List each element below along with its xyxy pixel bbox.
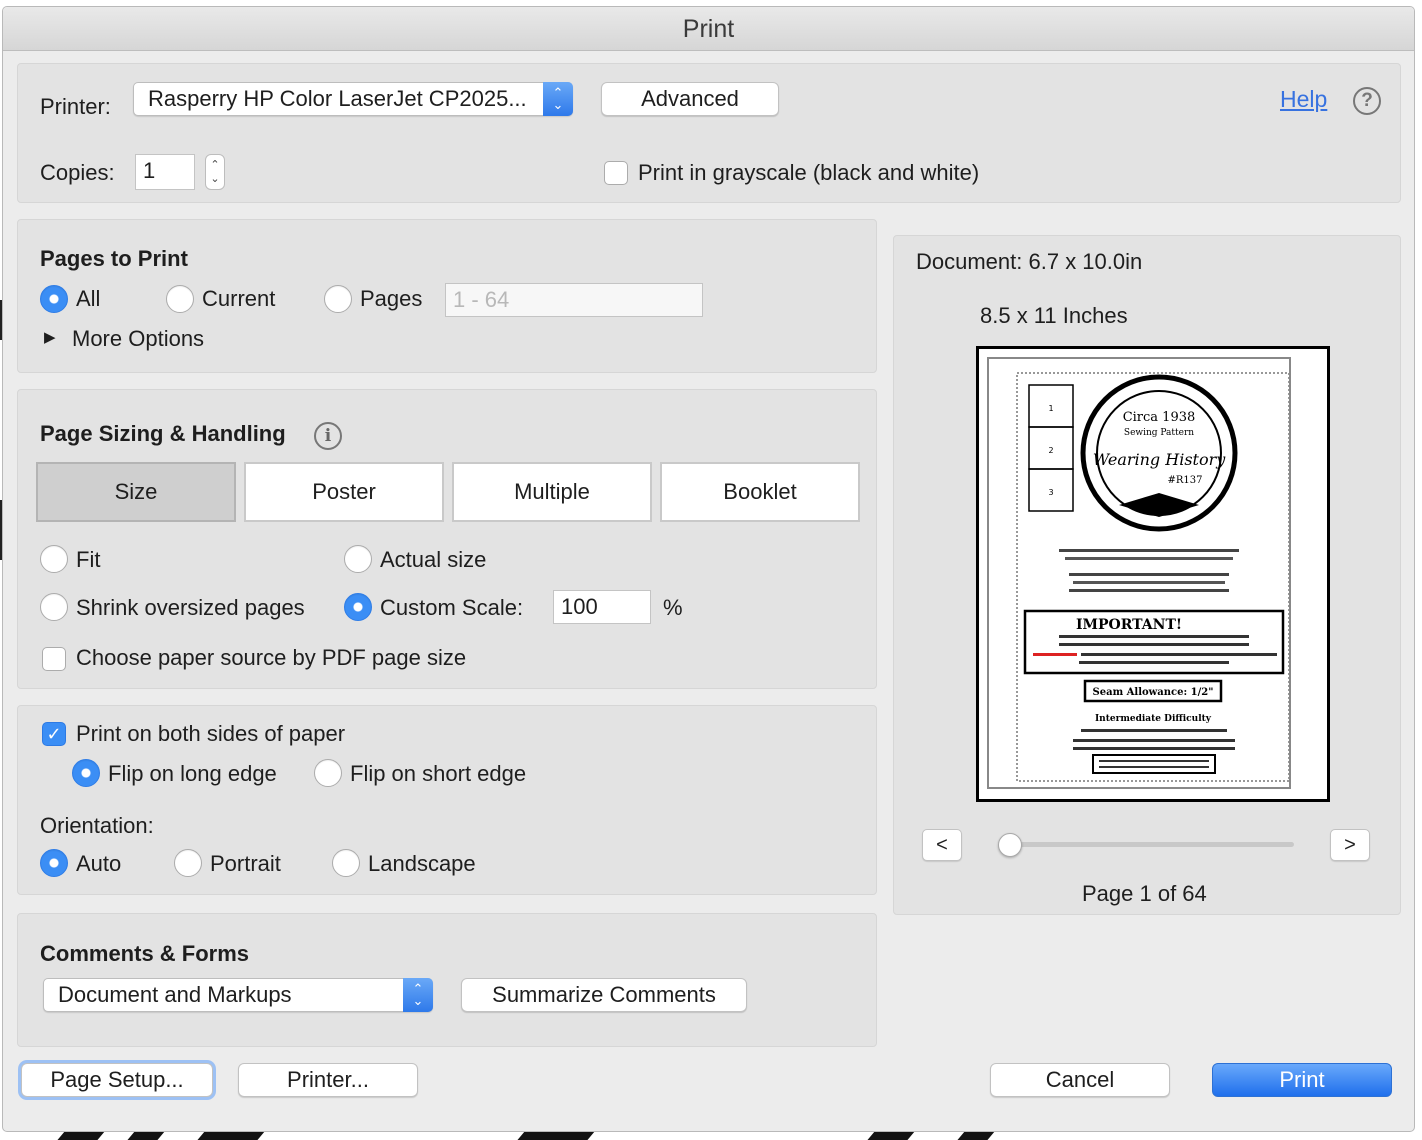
cancel-button[interactable]: Cancel [990, 1063, 1170, 1097]
fit-radio[interactable] [40, 545, 68, 573]
pages-to-print-panel: Pages to Print All Current Pages 1 - 64 … [17, 219, 877, 373]
summarize-comments-button[interactable]: Summarize Comments [461, 978, 747, 1012]
grayscale-label: Print in grayscale (black and white) [638, 160, 980, 185]
pages-all-radio[interactable] [40, 285, 68, 313]
document-size-label: Document: 6.7 x 10.0in [916, 249, 1143, 274]
orientation-portrait-radio[interactable] [174, 849, 202, 877]
actual-size-radio[interactable] [344, 545, 372, 573]
page-preview: 1 2 3 Circa 1938 Sewing Pattern Wearing … [976, 346, 1330, 802]
info-icon[interactable]: i [314, 422, 342, 450]
pages-range-radio[interactable] [324, 285, 352, 313]
advanced-button[interactable]: Advanced [601, 82, 779, 116]
actual-size-label: Actual size [380, 547, 487, 572]
page-sizing-panel: Page Sizing & Handling i Size Poster Mul… [17, 389, 877, 689]
shrink-oversized-label: Shrink oversized pages [76, 595, 305, 620]
preview-panel: Document: 6.7 x 10.0in 8.5 x 11 Inches 1… [893, 235, 1401, 915]
printer-label: Printer: [40, 94, 111, 119]
thumb-important: IMPORTANT! [1076, 617, 1182, 633]
print-button[interactable]: Print [1212, 1063, 1392, 1097]
orientation-auto-radio[interactable] [40, 849, 68, 877]
copies-label: Copies: [40, 160, 115, 185]
help-link[interactable]: Help [1280, 86, 1327, 113]
printer-button[interactable]: Printer... [238, 1063, 418, 1097]
inch-box-3: 3 [1048, 488, 1053, 497]
orientation-label: Orientation: [40, 813, 154, 838]
inch-box-2: 2 [1048, 446, 1053, 455]
paper-source-checkbox[interactable] [42, 647, 66, 671]
tab-booklet[interactable]: Booklet [660, 462, 860, 522]
window-title: Print [3, 7, 1414, 51]
thumb-difficulty: Intermediate Difficulty [1095, 714, 1212, 724]
page-slider-thumb[interactable] [998, 833, 1022, 857]
short-edge-label: Flip on short edge [350, 761, 527, 786]
pages-range-label: Pages [360, 286, 423, 311]
both-sides-checkbox[interactable]: ✓ [42, 722, 66, 746]
duplex-panel: ✓ Print on both sides of paper Flip on l… [17, 705, 877, 895]
shrink-oversized-radio[interactable] [40, 593, 68, 621]
percent-sign: % [663, 595, 683, 620]
fit-label: Fit [76, 547, 101, 572]
updown-chevron-icon: ⌃ ⌄ [403, 978, 433, 1012]
page-slider-track[interactable] [1002, 842, 1294, 847]
custom-scale-radio[interactable] [344, 593, 372, 621]
comments-forms-heading: Comments & Forms [40, 941, 250, 966]
long-edge-label: Flip on long edge [108, 761, 277, 786]
thumb-seam: Seam Allowance: 1/2" [1093, 687, 1214, 698]
pages-current-label: Current [202, 286, 276, 311]
question-mark-icon[interactable]: ? [1353, 87, 1381, 115]
preview-page-sheet: 1 2 3 Circa 1938 Sewing Pattern Wearing … [987, 357, 1291, 789]
inch-box-1: 1 [1048, 404, 1053, 413]
orientation-landscape-label: Landscape [368, 851, 476, 876]
copies-stepper[interactable]: ⌃ ⌄ [205, 154, 225, 190]
print-dialog: Print Printer: Rasperry HP Color LaserJe… [2, 6, 1415, 1132]
previous-page-button[interactable]: < [922, 829, 962, 861]
paper-source-label: Choose paper source by PDF page size [76, 645, 467, 670]
printer-select-value: Rasperry HP Color LaserJet CP2025... [148, 86, 527, 111]
more-options-toggle[interactable]: More Options [72, 326, 204, 352]
pages-all-label: All [76, 286, 101, 311]
next-page-button[interactable]: > [1330, 829, 1370, 861]
custom-scale-label: Custom Scale: [380, 595, 524, 620]
paper-size-label: 8.5 x 11 Inches [980, 303, 1128, 328]
thumb-circa: Circa 1938 [1123, 410, 1196, 425]
pages-current-radio[interactable] [166, 285, 194, 313]
page-status: Page 1 of 64 [1082, 881, 1207, 906]
grayscale-checkbox[interactable] [604, 161, 628, 185]
printer-select[interactable]: Rasperry HP Color LaserJet CP2025... ⌃ ⌄ [133, 82, 573, 116]
page-range-field[interactable]: 1 - 64 [445, 283, 703, 317]
orientation-landscape-radio[interactable] [332, 849, 360, 877]
thumb-number: #R137 [1168, 475, 1203, 486]
orientation-auto-label: Auto [76, 851, 122, 876]
comments-forms-select[interactable]: Document and Markups ⌃ ⌄ [43, 978, 433, 1012]
sizing-tabs: Size Poster Multiple Booklet [36, 462, 860, 522]
page-setup-button[interactable]: Page Setup... [21, 1063, 213, 1097]
updown-chevron-icon: ⌃ ⌄ [543, 82, 573, 116]
printer-panel: Printer: Rasperry HP Color LaserJet CP20… [17, 63, 1401, 203]
pages-to-print-heading: Pages to Print [40, 246, 188, 271]
custom-scale-field[interactable]: 100 [553, 590, 651, 624]
page-sizing-heading: Page Sizing & Handling [40, 421, 286, 446]
tab-multiple[interactable]: Multiple [452, 462, 652, 522]
thumb-subtitle: Sewing Pattern [1124, 428, 1194, 438]
thumb-brand: Wearing History [1093, 450, 1227, 469]
comments-forms-panel: Comments & Forms Document and Markups ⌃ ⌄… [17, 913, 877, 1047]
comments-forms-value: Document and Markups [58, 982, 292, 1007]
orientation-portrait-label: Portrait [210, 851, 281, 876]
preview-page-art: 1 2 3 Circa 1938 Sewing Pattern Wearing … [1016, 372, 1289, 782]
short-edge-radio[interactable] [314, 759, 342, 787]
disclosure-triangle-icon[interactable]: ▶ [44, 328, 56, 346]
both-sides-label: Print on both sides of paper [76, 721, 346, 746]
copies-field[interactable]: 1 [135, 154, 195, 190]
tab-size[interactable]: Size [36, 462, 236, 522]
tab-poster[interactable]: Poster [244, 462, 444, 522]
long-edge-radio[interactable] [72, 759, 100, 787]
